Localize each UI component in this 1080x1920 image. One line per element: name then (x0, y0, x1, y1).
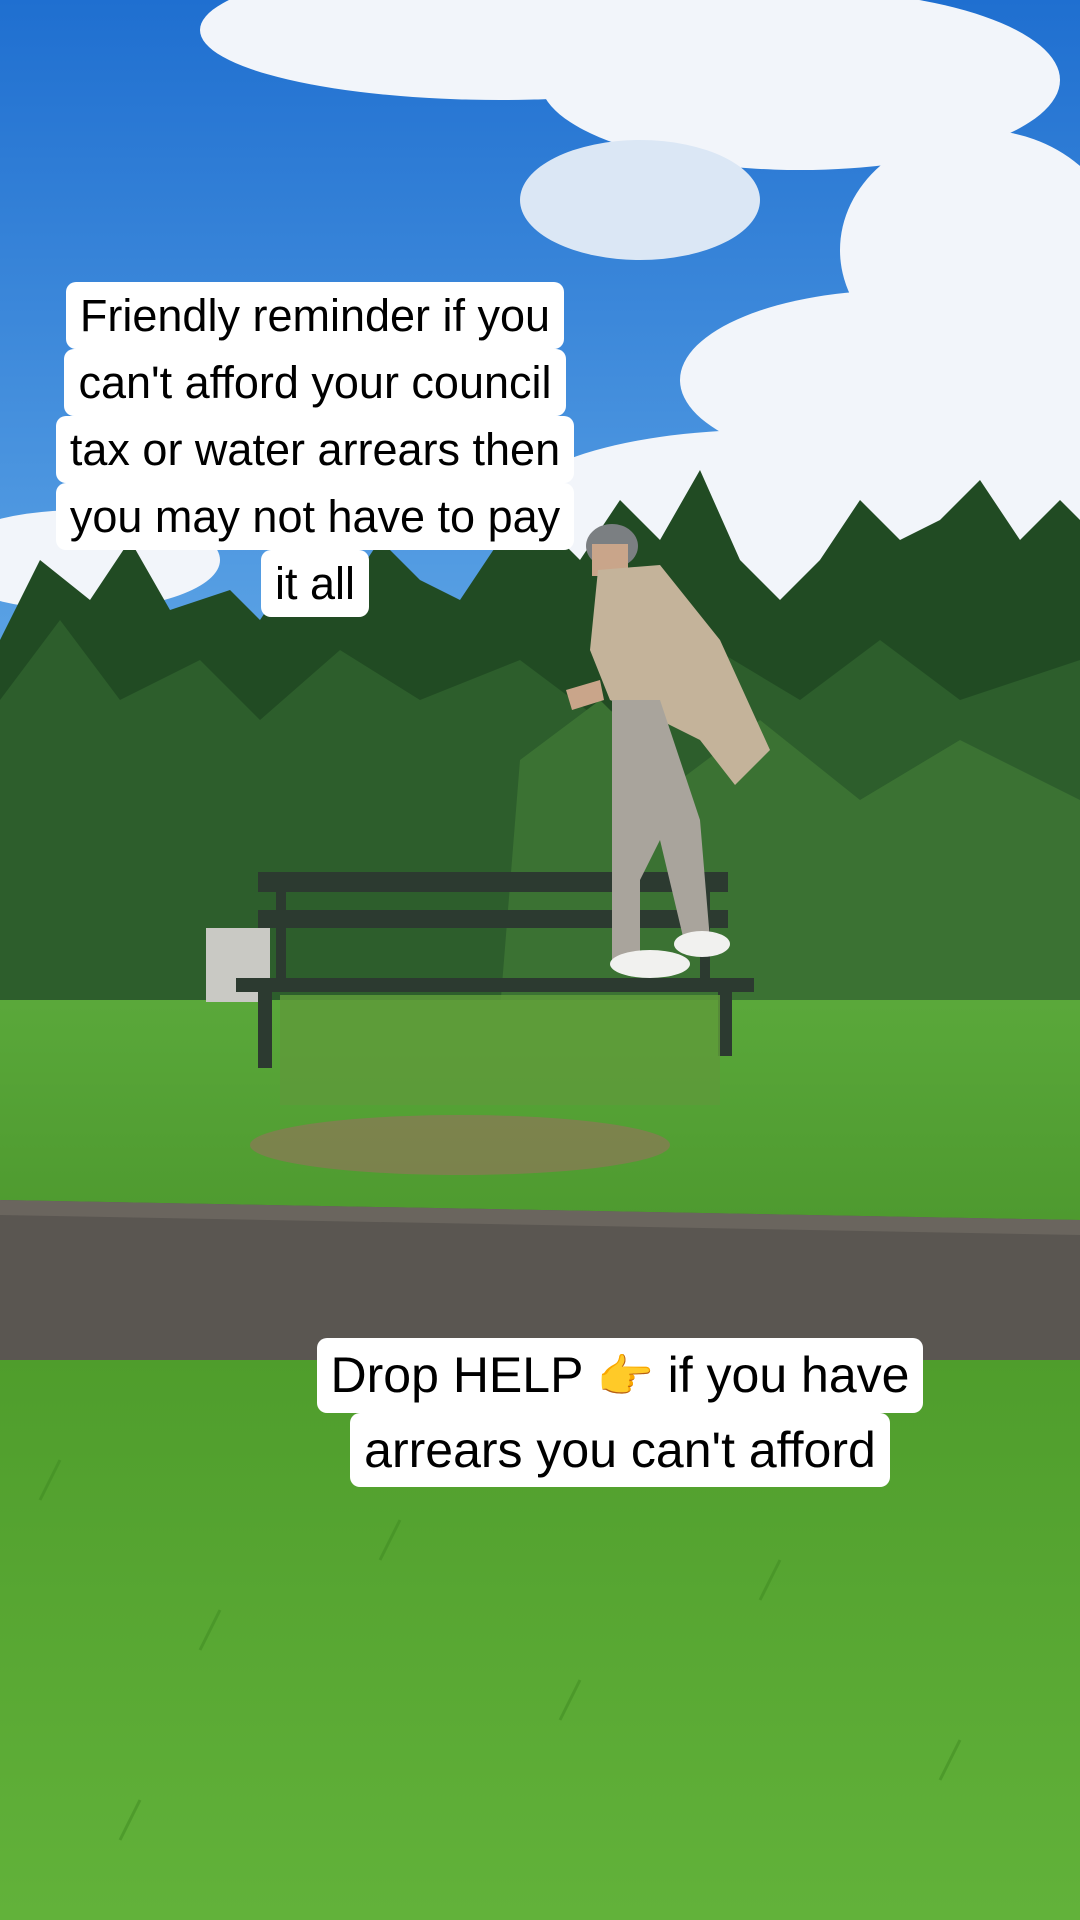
caption-line: tax or water arrears then (55, 416, 575, 483)
video-frame: Friendly reminder if you can't afford yo… (0, 0, 1080, 1920)
caption-line: Friendly reminder if you (65, 282, 565, 349)
caption-line-2: arrears you can't afford (350, 1413, 890, 1487)
caption-line: can't afford your council (64, 349, 566, 416)
bottom-caption: Drop HELP 👉 if you have arrears you can'… (270, 1338, 970, 1487)
pointing-hand-icon: 👉 (596, 1350, 654, 1402)
caption-line-1: Drop HELP 👉 if you have (316, 1338, 924, 1413)
top-caption: Friendly reminder if you can't afford yo… (20, 282, 610, 617)
caption-line: it all (260, 550, 370, 617)
caption-line: you may not have to pay (55, 483, 575, 550)
caption-text-after: if you have (667, 1347, 910, 1403)
caption-text-before: Drop HELP (330, 1347, 583, 1403)
